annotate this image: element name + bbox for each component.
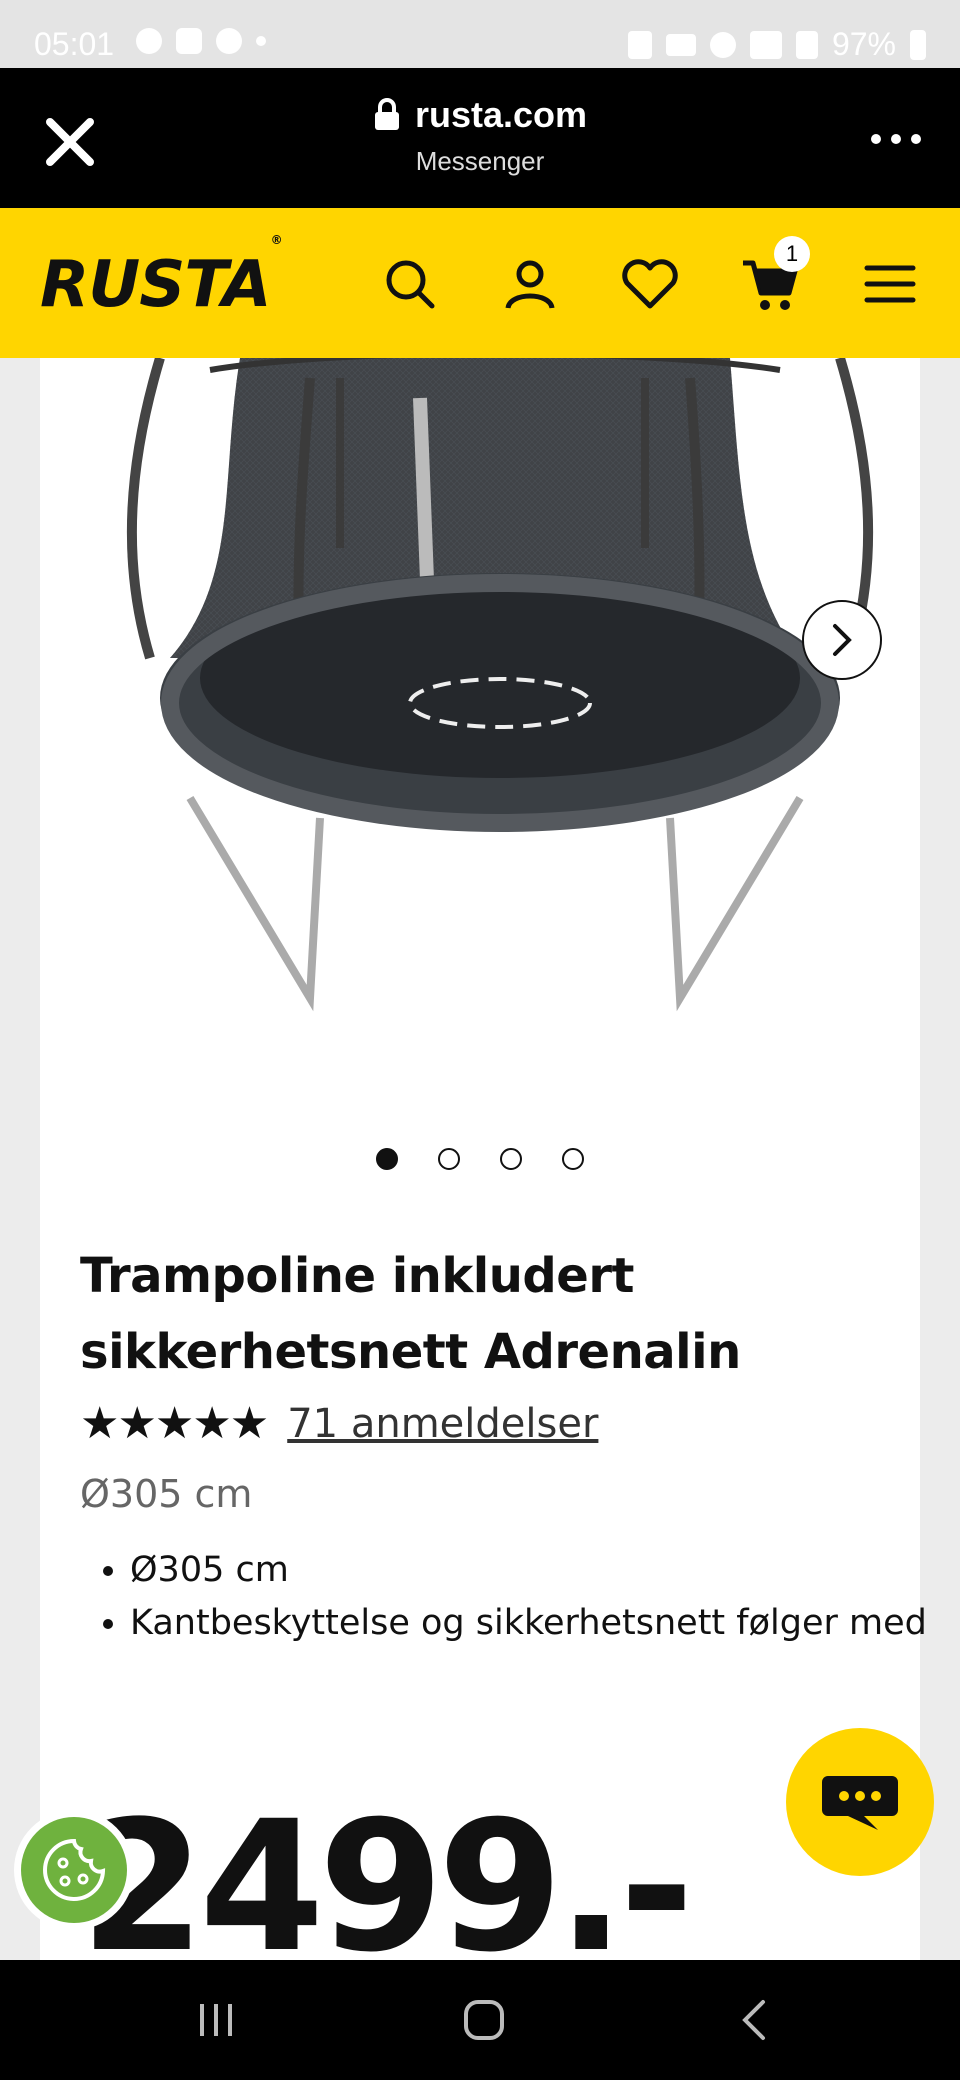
menu-icon[interactable] — [854, 248, 926, 320]
status-left-icons — [136, 28, 266, 54]
heart-icon[interactable] — [614, 248, 686, 320]
system-nav-bar — [0, 1960, 960, 2080]
lock-icon — [374, 98, 399, 130]
cart-icon[interactable]: 1 — [734, 236, 810, 320]
pagination-dot[interactable] — [438, 1148, 460, 1170]
product-image[interactable] — [40, 358, 920, 1158]
status-right: 97% — [627, 26, 926, 63]
alarm-icon — [709, 31, 736, 58]
back-icon[interactable] — [724, 1990, 784, 2050]
product-size: Ø305 cm — [80, 1472, 253, 1516]
recent-apps-icon[interactable] — [186, 1990, 246, 2050]
status-time: 05:01 — [34, 26, 115, 62]
feature-item: Ø305 cm — [130, 1544, 930, 1597]
status-bar: 05:01 97% — [0, 0, 960, 68]
next-image-button[interactable] — [802, 600, 882, 680]
product-features: Ø305 cm Kantbeskyttelse og sikkerhetsnet… — [100, 1544, 930, 1650]
chat-icon — [822, 1776, 898, 1830]
cookie-settings-button[interactable] — [14, 1810, 134, 1930]
url-text: rusta.com — [414, 94, 588, 135]
wifi-icon — [749, 30, 782, 59]
chat-button[interactable] — [786, 1728, 934, 1876]
pagination-dot[interactable] — [376, 1148, 398, 1170]
account-icon[interactable] — [494, 248, 566, 320]
address-area[interactable]: rusta.com Messenger — [0, 94, 960, 177]
battery-saver-icon — [627, 30, 652, 59]
fan-icon — [216, 28, 242, 54]
site-header: RUSTA® 1 — [0, 208, 960, 358]
cart-count-badge: 1 — [774, 236, 810, 272]
browser-bar: rusta.com Messenger — [0, 68, 960, 208]
product-card: Trampoline inkludert sikkerhetsnett Adre… — [40, 358, 927, 1978]
cookie-icon — [43, 1838, 106, 1901]
browser-subtitle: Messenger — [415, 146, 545, 176]
dnd-icon — [136, 28, 162, 54]
product-price: 2499.- — [80, 1783, 694, 1992]
product-rating: ★★★★★ 71 anmeldelser — [80, 1398, 598, 1449]
bed-icon — [665, 33, 696, 56]
signal-icon — [795, 30, 818, 59]
feature-item: Kantbeskyttelse og sikkerhetsnett følger… — [130, 1597, 930, 1650]
star-rating: ★★★★★ — [80, 1398, 269, 1449]
notification-dot-icon — [256, 36, 266, 46]
search-icon[interactable] — [374, 248, 446, 320]
home-icon[interactable] — [454, 1990, 514, 2050]
pagination-dot[interactable] — [562, 1148, 584, 1170]
rusta-logo[interactable]: RUSTA® — [40, 233, 283, 322]
reviews-link[interactable]: 71 anmeldelser — [287, 1401, 598, 1447]
pagination-dot[interactable] — [500, 1148, 522, 1170]
more-icon[interactable] — [866, 124, 926, 154]
chevron-right-icon — [833, 624, 852, 656]
battery-icon — [910, 29, 926, 60]
product-title: Trampoline inkludert sikkerhetsnett Adre… — [80, 1248, 741, 1380]
battery-percent: 97% — [831, 26, 896, 62]
tiktok-icon — [176, 28, 202, 54]
image-pagination — [40, 1148, 920, 1170]
